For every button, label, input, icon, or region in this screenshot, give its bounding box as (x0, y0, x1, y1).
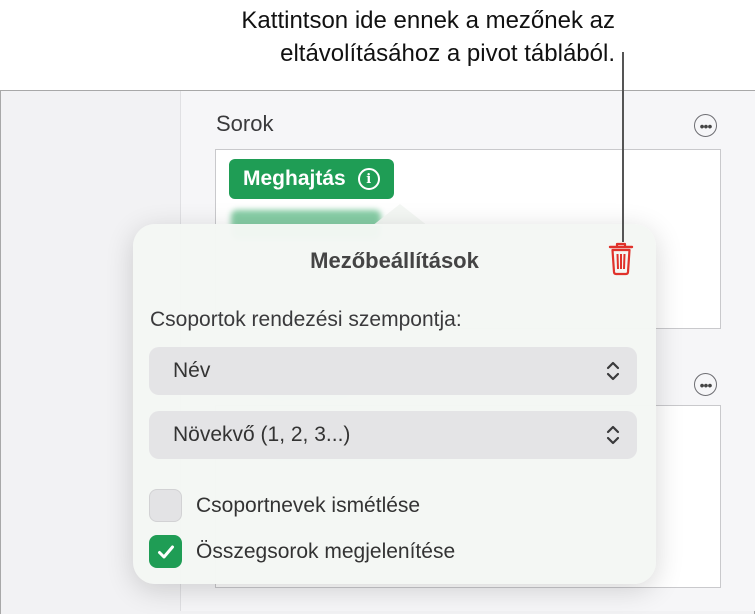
callout-line-1: Kattintson ide ennek a mezőnek az (241, 7, 615, 34)
trash-icon (608, 242, 634, 276)
show-totals-label: Összegsorok megjelenítése (196, 539, 456, 563)
sort-groups-label: Csoportok rendezési szempontja: (150, 308, 462, 331)
more-icon: ••• (699, 117, 713, 134)
callout: Kattintson ide ennek a mezőnek az eltávo… (95, 4, 615, 70)
field-chip-meghajtas[interactable]: Meghajtás i (229, 159, 394, 199)
more-icon: ••• (699, 376, 713, 393)
sort-order-value: Növekvő (1, 2, 3...) (173, 423, 351, 446)
rows-more-options-button[interactable]: ••• (694, 114, 717, 137)
rows-section-label: Sorok (216, 111, 274, 136)
sort-by-value: Név (173, 359, 211, 382)
callout-leader-line (622, 52, 624, 242)
sort-order-select[interactable]: Növekvő (1, 2, 3...) (149, 411, 637, 459)
chevron-updown-icon (606, 361, 620, 381)
repeat-group-names-checkbox[interactable] (149, 489, 182, 522)
repeat-group-names-label: Csoportnevek ismétlése (196, 493, 421, 517)
chevron-updown-icon (606, 425, 620, 445)
field-options-popover: Mezőbeállítások Csoportok rendezési szem… (133, 224, 656, 584)
show-totals-row: Összegsorok megjelenítése (149, 535, 455, 568)
checkmark-icon (157, 545, 174, 558)
repeat-group-names-row: Csoportnevek ismétlése (149, 489, 420, 522)
remove-field-button[interactable] (608, 242, 634, 276)
callout-line-2: eltávolításához a pivot táblából. (280, 40, 615, 67)
show-totals-checkbox[interactable] (149, 535, 182, 568)
popover-arrow (372, 204, 428, 226)
sort-by-select[interactable]: Név (149, 347, 637, 395)
info-icon[interactable]: i (357, 168, 380, 190)
field-chip-label: Meghajtás (243, 167, 346, 190)
values-more-options-button[interactable]: ••• (694, 373, 717, 396)
popover-title: Mezőbeállítások (310, 248, 479, 273)
